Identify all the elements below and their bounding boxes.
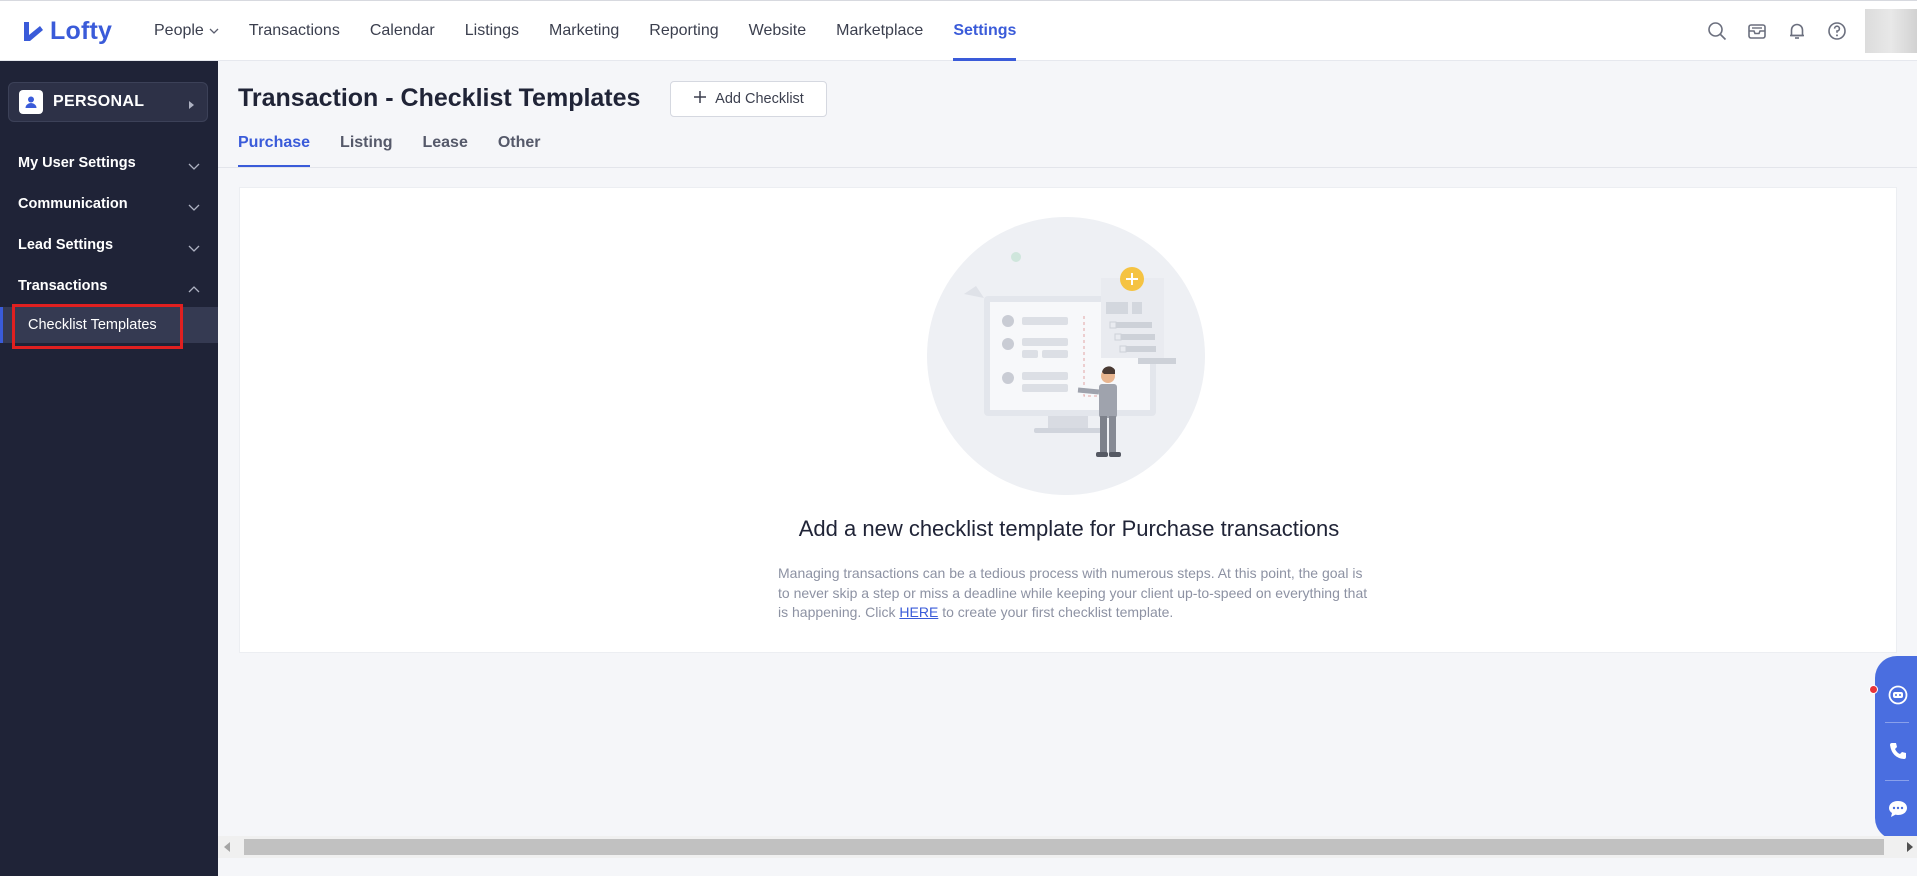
nav-item-website[interactable]: Website — [734, 1, 822, 61]
lofty-logo-icon — [24, 21, 43, 41]
tab-lease[interactable]: Lease — [422, 134, 467, 168]
nav-item-calendar[interactable]: Calendar — [355, 1, 450, 61]
logo-text: Lofty — [50, 17, 113, 45]
nav-item-label: Transactions — [248, 22, 340, 39]
sidebar-item-lead-settings[interactable]: Lead Settings — [0, 225, 218, 265]
nav-item-reporting[interactable]: Reporting — [634, 1, 733, 61]
add-checklist-button[interactable]: Add Checklist — [670, 81, 827, 117]
inbox-icon[interactable] — [1737, 11, 1777, 51]
sidebar-item-label: Lead Settings — [18, 237, 114, 253]
nav-item-label: Marketplace — [836, 22, 924, 39]
tab-listing[interactable]: Listing — [340, 134, 392, 168]
support-widget — [1875, 656, 1917, 840]
create-template-link[interactable]: HERE — [899, 604, 938, 620]
nav-item-settings[interactable]: Settings — [938, 1, 1031, 61]
user-icon — [19, 90, 43, 114]
nav-item-label: Listings — [464, 22, 520, 39]
widget-divider — [1885, 722, 1909, 723]
empty-state-card: Add a new checklist template for Purchas… — [239, 187, 1897, 653]
sidebar-item-label: Transactions — [18, 278, 108, 294]
empty-state-text-end: to create your first checklist template. — [942, 604, 1174, 620]
tab-other[interactable]: Other — [498, 134, 541, 168]
scrollbar-thumb[interactable] — [244, 839, 1884, 855]
chevron-down-icon — [188, 199, 200, 215]
phone-icon[interactable] — [1875, 728, 1917, 774]
nav-item-label: Calendar — [369, 22, 435, 39]
nav-item-transactions[interactable]: Transactions — [234, 1, 355, 61]
bell-icon[interactable] — [1777, 11, 1817, 51]
chevron-down-icon — [209, 26, 219, 36]
nav-item-listings[interactable]: Listings — [450, 1, 534, 61]
page-title: Transaction - Checklist Templates — [238, 84, 641, 112]
tabs-divider — [218, 167, 1917, 168]
empty-state-title: Add a new checklist template for Purchas… — [798, 516, 1340, 541]
avatar[interactable] — [1865, 9, 1917, 53]
chevron-down-icon — [188, 158, 200, 174]
sidebar-item-transactions[interactable]: Transactions — [0, 266, 218, 306]
empty-state-description: Managing transactions can be a tedious p… — [778, 564, 1368, 623]
nav-item-marketing[interactable]: Marketing — [534, 1, 634, 61]
nav-item-label: People — [154, 22, 204, 39]
checklist-illustration — [926, 216, 1206, 496]
nav-item-label: Settings — [953, 22, 1017, 39]
account-switcher-label: PERSONAL — [53, 93, 145, 110]
nav-item-label: Website — [748, 22, 807, 39]
message-icon[interactable] — [1875, 786, 1917, 832]
horizontal-scrollbar[interactable] — [218, 836, 1917, 858]
sidebar-subitem-checklist-templates[interactable]: Checklist Templates — [0, 307, 218, 343]
main-nav: People Transactions Calendar Listings Ma… — [139, 1, 1031, 61]
account-switcher[interactable]: PERSONAL — [8, 82, 208, 122]
top-icons — [1697, 1, 1917, 61]
notification-dot — [1869, 685, 1878, 694]
lofty-logo[interactable]: Lofty — [22, 17, 112, 46]
chevron-down-icon — [188, 240, 200, 256]
nav-item-people[interactable]: People — [139, 1, 234, 61]
chevron-up-icon — [188, 281, 200, 297]
nav-item-label: Marketing — [549, 22, 620, 39]
tab-purchase[interactable]: Purchase — [238, 134, 311, 168]
chat-bot-icon[interactable] — [1875, 672, 1917, 718]
scroll-left-arrow-icon[interactable] — [224, 842, 230, 852]
add-checklist-label: Add Checklist — [715, 91, 804, 107]
nav-item-label: Reporting — [649, 22, 719, 39]
sidebar-item-my-user-settings[interactable]: My User Settings — [0, 143, 218, 183]
sidebar-item-label: Communication — [18, 196, 128, 212]
help-icon[interactable] — [1817, 11, 1857, 51]
sidebar-item-communication[interactable]: Communication — [0, 184, 218, 224]
settings-sidebar: PERSONAL My User Settings Communication … — [0, 61, 218, 876]
widget-divider — [1885, 780, 1909, 781]
top-bar: Lofty People Transactions Calendar Listi… — [0, 0, 1917, 61]
transaction-type-tabs: Purchase Listing Lease Other — [238, 134, 571, 168]
search-icon[interactable] — [1697, 11, 1737, 51]
scroll-right-arrow-icon[interactable] — [1907, 842, 1913, 852]
caret-right-icon — [188, 97, 195, 115]
nav-item-marketplace[interactable]: Marketplace — [821, 1, 938, 61]
sidebar-subitem-label: Checklist Templates — [28, 317, 157, 333]
plus-icon — [693, 90, 707, 108]
sidebar-item-label: My User Settings — [18, 155, 136, 171]
